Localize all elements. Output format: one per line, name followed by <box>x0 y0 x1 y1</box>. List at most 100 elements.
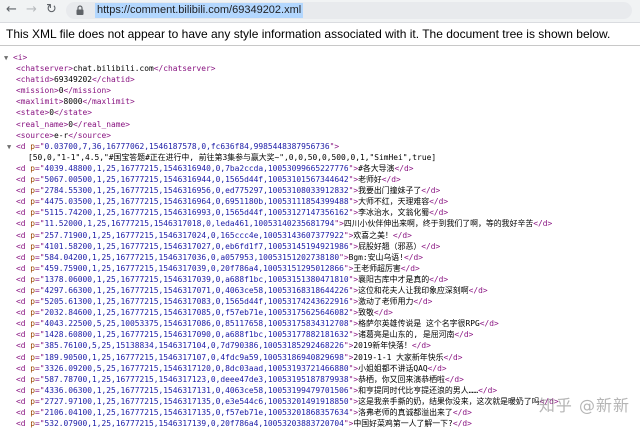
xml-text: 小姐姐都不讲话QAQ <box>358 363 428 373</box>
collapse-triangle-icon[interactable]: ▼ <box>7 142 16 152</box>
xml-close-tag: </d> <box>381 175 401 185</box>
xml-punct: "> <box>348 308 359 318</box>
xml-attr-value: 257.71900,1,25,16777215,1546317024,0,165… <box>44 230 344 240</box>
xml-punct: =" <box>35 241 45 251</box>
xml-attr-value: 1428.60800,1,25,16777215,1546317090,0,a6… <box>44 330 349 340</box>
xml-open-tag: <chatserver> <box>16 64 74 74</box>
xml-tag: <i> <box>13 53 28 62</box>
xml-attr-value: 5115.74200,1,25,16777215,1546316993,0,15… <box>44 208 349 218</box>
xml-close-tag: </chatid> <box>92 75 135 85</box>
xml-attr-value: 189.90500,1,25,16777215,1546317107,0,4fd… <box>44 352 344 362</box>
xml-text: 老师好 <box>358 175 382 185</box>
reload-icon[interactable]: ↻ <box>46 2 57 18</box>
xml-attr-value: 2784.55300,1,25,16777215,1546316956,0,ed… <box>44 186 349 196</box>
xml-close-tag: </d> <box>533 219 553 229</box>
danmaku-row: <d p="2032.84600,1,25,16777215,154631708… <box>4 307 636 318</box>
xml-text: 和亨提同时代比亨提还浪的男人…… <box>358 385 479 395</box>
xml-close-tag: </d> <box>392 230 412 240</box>
xml-punct: "> <box>348 186 359 196</box>
xml-punct: "> <box>343 352 354 362</box>
danmaku-row: <d p="2784.55300,1,25,16777215,154631695… <box>4 185 636 196</box>
xml-open-tag: <d <box>16 363 31 373</box>
xml-open-tag: <chatid> <box>16 75 55 85</box>
danmaku-row: <d p="584.04200,1,25,16777215,1546317036… <box>4 252 636 263</box>
xml-punct: =" <box>35 419 45 429</box>
xml-open-tag: <d <box>16 419 31 429</box>
xml-punct: =" <box>35 263 45 273</box>
xml-element-real_name: <real_name>0</real_name> <box>4 119 636 130</box>
xml-punct: "> <box>343 263 354 273</box>
xml-close-tag: </d> <box>429 274 449 284</box>
xml-attr-value: 3326.09200,5,25,16777215,1546317120,0,8d… <box>44 363 349 373</box>
xml-text: 洛弗老师的真诚都溢出来了 <box>358 408 453 417</box>
xml-element-source: <source>e-r</source> <box>4 130 636 141</box>
xml-close-tag: </d> <box>421 186 441 196</box>
xml-attr-value: 4043.22500,5,25,10053375,1546317086,0,85… <box>44 319 349 329</box>
xml-close-tag: </d> <box>421 241 441 251</box>
xml-close-tag: </mission> <box>63 86 112 96</box>
lock-icon <box>76 5 84 15</box>
danmaku-row: <d p="257.71900,1,25,16777215,1546317024… <box>4 230 636 241</box>
danmaku-row: <d p="5067.00500,1,25,16777215,154631694… <box>4 174 636 185</box>
xml-punct: =" <box>35 219 45 229</box>
xml-punct: "> <box>343 341 354 351</box>
xml-attr-value: 0.03700,7,36,16777062,1546187578,0,fc636… <box>44 141 330 151</box>
xml-text: 恭栖，你又回来演恭栖啦 <box>358 374 445 384</box>
xml-punct: =" <box>35 230 45 240</box>
xml-punct: =" <box>35 186 45 196</box>
xml-punct: "> <box>348 285 359 295</box>
xml-text: 8000 <box>63 97 83 107</box>
xml-punct: =" <box>35 175 45 185</box>
back-arrow-icon[interactable]: ← <box>6 2 17 18</box>
xml-punct: =" <box>35 374 45 384</box>
xml-punct: =" <box>35 285 45 295</box>
xml-punct: "> <box>348 208 359 218</box>
xml-punct: =" <box>35 408 45 417</box>
xml-punct: =" <box>35 352 45 362</box>
xml-punct: "> <box>348 175 359 185</box>
xml-punct: "> <box>348 374 359 384</box>
xml-close-tag: </d> <box>443 352 463 362</box>
xml-open-tag: <d <box>16 175 31 185</box>
xml-punct: =" <box>35 274 45 284</box>
xml-punct: "> <box>348 319 359 329</box>
xml-open-tag: <d <box>16 374 31 384</box>
address-bar[interactable]: https://comment.bilibili.com/69349202.xm… <box>66 2 632 19</box>
xml-text: 致敬 <box>358 308 374 318</box>
xml-punct: "> <box>343 419 354 429</box>
xml-attr-value: 587.78700,1,25,16777215,1546317123,0,dee… <box>44 374 349 384</box>
xml-open-tag: <d <box>16 163 31 173</box>
xml-punct: =" <box>35 319 45 329</box>
xml-punct: =" <box>35 308 45 318</box>
xml-punct: =" <box>35 163 45 173</box>
xml-element-maxlimit: <maxlimit>8000</maxlimit> <box>4 96 636 107</box>
xml-open-tag: <source> <box>16 130 55 140</box>
xml-open-tag: <d <box>16 408 31 417</box>
xml-element-d-expanded[interactable]: ▼ <d p="0.03700,7,36,16777062,1546187578,… <box>4 141 636 152</box>
xml-open-tag: <d <box>16 252 31 262</box>
xml-close-tag: </real_name> <box>73 119 131 129</box>
xml-root-open[interactable]: ▼ <i> <box>4 52 636 63</box>
xml-open-tag: <d <box>16 308 31 318</box>
xml-open-tag: <d <box>16 396 31 406</box>
xml-open-tag: <d <box>16 186 31 196</box>
xml-close-tag: </maxlimit> <box>82 97 135 107</box>
danmaku-row: <d p="4043.22500,5,25,10053375,154631708… <box>4 318 636 329</box>
xml-text: 2019-1-1 大家新年快乐 <box>353 352 444 362</box>
xml-document-tree: ▼ <i> <chatserver>chat.bilibili.com</chats… <box>4 52 636 429</box>
danmaku-row: <d p="532.07900,1,25,16777215,1546317139… <box>4 418 636 429</box>
xml-close-tag: </d> <box>427 363 447 373</box>
collapse-triangle-icon[interactable]: ▼ <box>4 53 13 63</box>
xml-close-tag: </d> <box>429 197 449 207</box>
xml-close-tag: </chatserver> <box>153 64 216 74</box>
url-text[interactable]: https://comment.bilibili.com/69349202.xm… <box>95 3 304 18</box>
danmaku-row: <d p="1428.60800,1,25,16777215,154631709… <box>4 329 636 340</box>
xml-open-tag: <d <box>16 263 31 273</box>
danmaku-row: <d p="5205.61300,1,25,16777215,154631708… <box>4 296 636 307</box>
xml-close-tag: </d> <box>452 419 472 429</box>
xml-punct: =" <box>35 252 45 262</box>
xml-punct: "> <box>348 408 359 417</box>
xml-attr-value: 4297.66300,1,25,16777215,1546317071,0,40… <box>44 285 349 295</box>
danmaku-row: <d p="459.75900,1,25,16777215,1546317039… <box>4 263 636 274</box>
forward-arrow-icon[interactable]: → <box>26 2 37 18</box>
